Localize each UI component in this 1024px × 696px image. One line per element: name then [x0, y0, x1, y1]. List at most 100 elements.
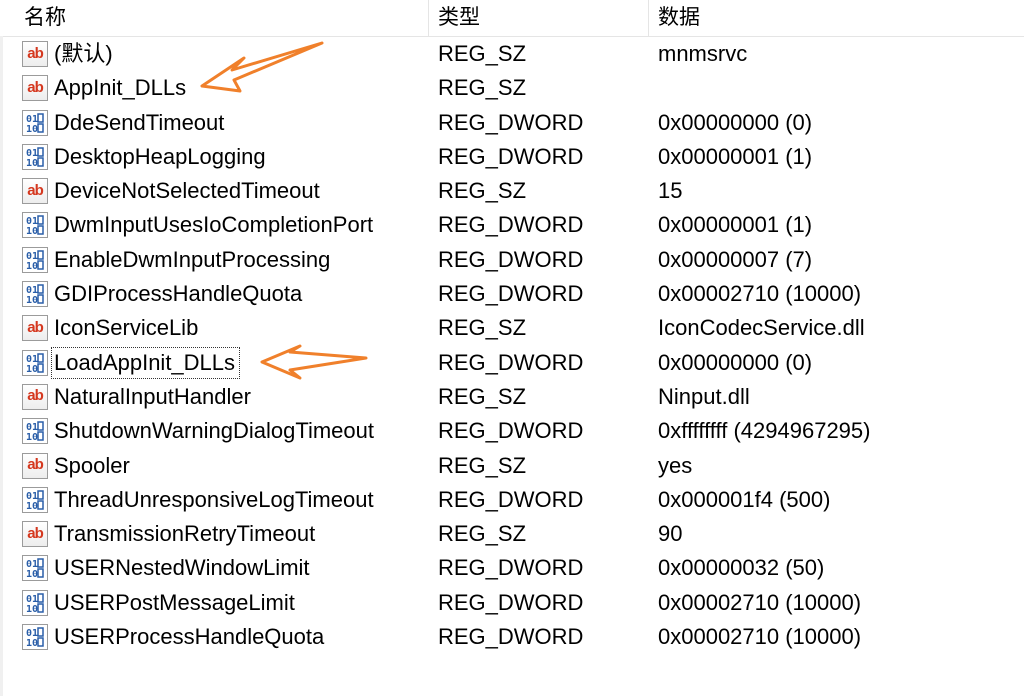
- table-row[interactable]: ab DeviceNotSelectedTimeout REG_SZ 15: [0, 174, 1024, 208]
- binary-value-icon: 01 10: [22, 555, 48, 582]
- value-type: REG_DWORD: [438, 589, 584, 615]
- value-type: REG_SZ: [438, 75, 527, 101]
- string-value-icon: ab: [22, 41, 48, 67]
- value-name[interactable]: USERPostMessageLimit: [54, 586, 295, 620]
- value-type: REG_SZ: [438, 178, 527, 204]
- value-type: REG_DWORD: [438, 212, 584, 238]
- svg-text:10: 10: [26, 261, 38, 272]
- value-data: 0x00000001 (1): [658, 212, 813, 238]
- value-name[interactable]: DeviceNotSelectedTimeout: [54, 174, 320, 208]
- value-data: Ninput.dll: [658, 383, 750, 409]
- value-data: 0xffffffff (4294967295): [658, 418, 871, 444]
- table-row[interactable]: ab NaturalInputHandler REG_SZ Ninput.dll: [0, 380, 1024, 414]
- svg-text:10: 10: [26, 638, 38, 649]
- value-type: REG_SZ: [438, 41, 527, 66]
- value-name[interactable]: USERProcessHandleQuota: [54, 620, 324, 654]
- svg-text:10: 10: [26, 569, 38, 580]
- table-row[interactable]: ab AppInit_DLLs REG_SZ: [0, 71, 1024, 105]
- value-type: REG_DWORD: [438, 246, 584, 272]
- string-value-icon: ab: [22, 521, 48, 548]
- value-data: IconCodecService.dll: [658, 315, 865, 341]
- svg-text:10: 10: [26, 226, 38, 237]
- value-data: 0x00002710 (10000): [658, 624, 862, 650]
- value-name[interactable]: DwmInputUsesIoCompletionPort: [54, 208, 373, 242]
- value-name[interactable]: LoadAppInit_DLLs: [50, 346, 241, 379]
- value-data: 0x00000007 (7): [658, 246, 813, 272]
- table-row[interactable]: 01 10 DwmInputUsesIoCompletionPort REG_DWOR…: [0, 208, 1024, 242]
- table-row[interactable]: 01 10 USERNestedWindowLimit REG_DWORD 0x0000…: [0, 551, 1024, 585]
- value-name[interactable]: GDIProcessHandleQuota: [54, 277, 302, 311]
- table-row[interactable]: ab Spooler REG_SZ yes: [0, 449, 1024, 483]
- value-name[interactable]: DesktopHeapLogging: [54, 140, 266, 174]
- svg-text:10: 10: [26, 158, 38, 169]
- value-name[interactable]: (默认): [54, 37, 113, 71]
- value-name[interactable]: USERNestedWindowLimit: [54, 551, 310, 585]
- value-type: REG_DWORD: [438, 555, 584, 581]
- table-row[interactable]: 01 10 USERProcessHandleQuota REG_DWORD 0x000…: [0, 620, 1024, 654]
- value-name[interactable]: ShutdownWarningDialogTimeout: [54, 414, 374, 448]
- svg-text:10: 10: [26, 364, 38, 375]
- value-type: REG_DWORD: [438, 624, 584, 650]
- binary-value-icon: 01 10: [22, 418, 48, 445]
- value-data: 0x00002710 (10000): [658, 281, 862, 307]
- value-name[interactable]: ThreadUnresponsiveLogTimeout: [54, 483, 374, 517]
- value-data: 90: [658, 521, 683, 547]
- svg-text:10: 10: [26, 604, 38, 615]
- binary-value-icon: 01 10: [22, 212, 48, 239]
- string-value-icon: ab: [22, 315, 48, 342]
- value-type: REG_SZ: [438, 315, 527, 341]
- binary-value-icon: 01 10: [22, 624, 48, 651]
- column-divider[interactable]: [428, 0, 429, 36]
- svg-text:10: 10: [26, 501, 38, 512]
- table-row[interactable]: 01 10 LoadAppInit_DLLs REG_DWORD 0x00000000 …: [0, 346, 1024, 380]
- table-row[interactable]: 01 10 GDIProcessHandleQuota REG_DWORD 0x0000…: [0, 277, 1024, 311]
- value-type: REG_DWORD: [438, 418, 584, 444]
- value-type: REG_SZ: [438, 521, 527, 547]
- string-value-icon: ab: [22, 178, 48, 205]
- value-type: REG_DWORD: [438, 486, 584, 512]
- binary-value-icon: 01 10: [22, 349, 48, 376]
- table-row[interactable]: ab (默认) REG_SZ mnmsrvc: [0, 37, 1024, 71]
- value-data: 0x00000000 (0): [658, 349, 813, 375]
- value-data: mnmsrvc: [658, 41, 748, 66]
- binary-value-icon: 01 10: [22, 281, 48, 308]
- value-name[interactable]: DdeSendTimeout: [54, 106, 224, 140]
- column-header-type[interactable]: 类型: [436, 0, 650, 36]
- table-row[interactable]: ab TransmissionRetryTimeout REG_SZ 90: [0, 517, 1024, 551]
- value-data: 15: [658, 178, 683, 204]
- value-name[interactable]: NaturalInputHandler: [54, 380, 251, 414]
- table-row[interactable]: 01 10 DesktopHeapLogging REG_DWORD 0x0000000…: [0, 140, 1024, 174]
- value-data: 0x00002710 (10000): [658, 589, 862, 615]
- value-data: yes: [658, 452, 693, 478]
- table-row[interactable]: 01 10 ShutdownWarningDialogTimeout REG_DWOR…: [0, 414, 1024, 448]
- binary-value-icon: 01 10: [22, 486, 48, 513]
- value-type: REG_DWORD: [438, 281, 584, 307]
- column-header-name[interactable]: 名称: [22, 0, 426, 36]
- value-data: 0x000001f4 (500): [658, 486, 831, 512]
- value-name[interactable]: Spooler: [54, 449, 130, 483]
- value-type: REG_DWORD: [438, 109, 584, 135]
- value-data: 0x00000032 (50): [658, 555, 825, 581]
- registry-values-list: ab (默认) REG_SZ mnmsrvc ab AppInit_DLLs REG_SZ 0…: [0, 37, 1024, 654]
- table-row[interactable]: 01 10 DdeSendTimeout REG_DWORD 0x00000000 (0…: [0, 106, 1024, 140]
- column-header-data[interactable]: 数据: [656, 0, 1024, 36]
- binary-value-icon: 01 10: [22, 143, 48, 170]
- table-row[interactable]: 01 10 USERPostMessageLimit REG_DWORD 0x00002…: [0, 586, 1024, 620]
- string-value-icon: ab: [22, 383, 48, 410]
- value-type: REG_SZ: [438, 452, 527, 478]
- value-name[interactable]: EnableDwmInputProcessing: [54, 243, 330, 277]
- table-row[interactable]: ab IconServiceLib REG_SZ IconCodecService.d…: [0, 311, 1024, 345]
- value-type: REG_SZ: [438, 383, 527, 409]
- value-name[interactable]: TransmissionRetryTimeout: [54, 517, 315, 551]
- svg-text:10: 10: [26, 124, 38, 135]
- value-name[interactable]: AppInit_DLLs: [54, 71, 186, 105]
- table-row[interactable]: 01 10 EnableDwmInputProcessing REG_DWORD 0x0…: [0, 243, 1024, 277]
- binary-value-icon: 01 10: [22, 246, 48, 273]
- value-type: REG_DWORD: [438, 349, 584, 375]
- svg-text:10: 10: [26, 432, 38, 443]
- binary-value-icon: 01 10: [22, 589, 48, 616]
- value-name[interactable]: IconServiceLib: [54, 311, 198, 345]
- table-row[interactable]: 01 10 ThreadUnresponsiveLogTimeout REG_DWOR…: [0, 483, 1024, 517]
- column-divider[interactable]: [648, 0, 649, 36]
- string-value-icon: ab: [22, 75, 48, 102]
